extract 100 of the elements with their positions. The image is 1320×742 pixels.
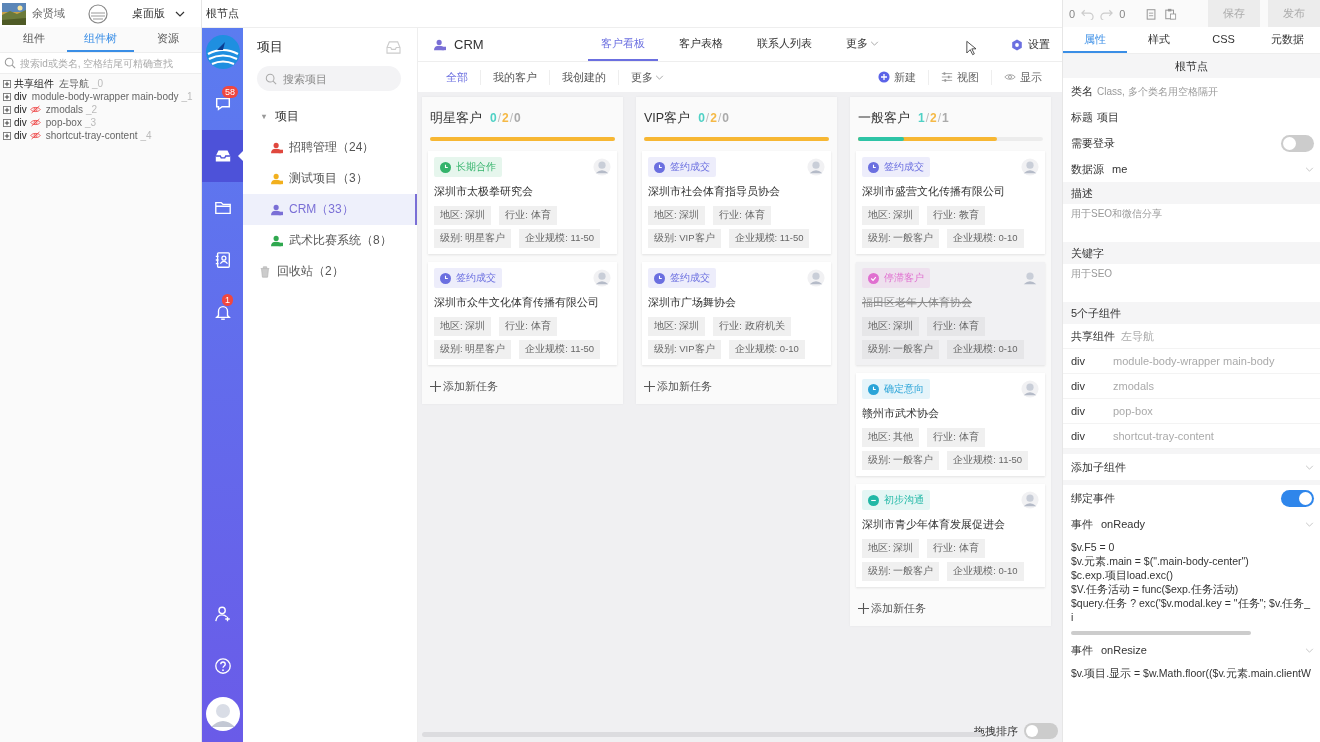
tree-item-tag[interactable]: div	[14, 104, 27, 115]
nav-item[interactable]: 58	[202, 78, 243, 130]
eye-icon	[1004, 71, 1016, 83]
customer-card[interactable]: 签约成交 深圳市广场舞协会 地区: 深圳 行业: 政府机关 级别: VIP客户 企业规模: 0-10	[642, 262, 831, 365]
tree-item-index: _2	[86, 104, 98, 115]
search-field[interactable]: 搜索id或类名, 空格结尾可精确查找	[0, 53, 201, 74]
field-chip: 行业: 体育	[499, 206, 557, 225]
count: 0	[514, 111, 521, 125]
field-chip: 地区: 深圳	[648, 206, 706, 225]
add-task-button[interactable]: 添加新任务	[856, 595, 1045, 620]
add-child-select[interactable]: 添加子组件	[1063, 449, 1320, 485]
new-button[interactable]: 新建	[866, 69, 928, 85]
expand-icon[interactable]	[3, 105, 11, 114]
panel-tab[interactable]: 组件	[0, 27, 67, 52]
project-item[interactable]: 招聘管理（24）	[243, 132, 417, 163]
column-title: 明星客户	[430, 110, 482, 127]
sort-toggle[interactable]	[1024, 723, 1058, 739]
project-item[interactable]: CRM（33）	[243, 194, 417, 225]
view-tab[interactable]: 联系人列表	[744, 28, 825, 61]
settings-button[interactable]: 设置	[1011, 37, 1050, 52]
view-tab[interactable]: 更多	[833, 28, 892, 61]
class-field[interactable]: Class, 多个类名用空格隔开	[1097, 85, 1314, 97]
code-line: $v.F5 = 0	[1071, 540, 1116, 554]
expand-icon[interactable]	[3, 131, 11, 140]
add-task-button[interactable]: 添加新任务	[642, 373, 831, 398]
expand-icon[interactable]	[3, 79, 11, 88]
add-task-button[interactable]: 添加新任务	[428, 373, 617, 398]
project-item[interactable]: 武术比赛系统（8）	[243, 225, 417, 256]
count: 0	[490, 111, 497, 125]
field-chip: 行业: 体育	[499, 317, 557, 336]
customer-card[interactable]: 初步沟通 深圳市青少年体育发展促进会 地区: 深圳 行业: 体育 级别: 一般客户 企业规模: 0-10	[856, 484, 1045, 587]
contact-card-icon	[213, 251, 232, 269]
tree-item-tag[interactable]: div	[14, 91, 27, 102]
status-tag: 签约成交	[434, 268, 502, 288]
customer-card[interactable]: 确定意向 赣州市武术协会 地区: 其他 行业: 体育 级别: 一般客户 企业规模: 11-50	[856, 373, 1045, 476]
child-tag: div	[1071, 380, 1113, 392]
section-heading: 5个子组件	[1063, 302, 1320, 324]
customer-card[interactable]: 长期合作 深圳市太极拳研究会 地区: 深圳 行业: 体育 级别: 明星客户 企业规模: 11-50	[428, 151, 617, 254]
count-badge: 1	[222, 294, 233, 306]
child-tag: 共享组件	[1071, 328, 1115, 344]
filter-tab[interactable]: 全部	[436, 69, 480, 85]
count-badge: 58	[222, 86, 238, 98]
customer-card[interactable]: 签约成交 深圳市社会体育指导员协会 地区: 深圳 行业: 体育 级别: VIP客户 企业规模: 11-50	[642, 151, 831, 254]
field-chip: 企业规模: 11-50	[519, 340, 601, 359]
nav-item[interactable]: 1	[202, 286, 243, 338]
filter-tab[interactable]: 更多	[618, 69, 676, 85]
panel-tab[interactable]: CSS	[1191, 27, 1256, 53]
tree-item-tag[interactable]: div	[14, 117, 27, 128]
panel-tab[interactable]: 样式	[1127, 27, 1192, 53]
filter-tab[interactable]: 我创建的	[549, 69, 618, 85]
search-input[interactable]: 搜索id或类名, 空格结尾可精确查找	[20, 53, 197, 73]
code-editor[interactable]: $v.F5 = 0 $v.元素.main = $(".main-body-center") $c.exp.项目load.exc() $V.任务活动 = func($exp.任务活动) $query.任务 ? exc('$v.modal.key = "任务"; $v.任务_i	[1063, 537, 1320, 627]
avatar	[807, 269, 825, 287]
search-icon	[4, 57, 16, 69]
field-chip: 行业: 体育	[927, 539, 985, 558]
field-chip: 企业规模: 0-10	[947, 562, 1024, 581]
data-source-select[interactable]: me	[1108, 163, 1314, 175]
expand-icon[interactable]	[261, 113, 267, 120]
nav-item[interactable]	[202, 130, 243, 182]
view-button[interactable]: 视图	[928, 69, 991, 85]
search-input[interactable]: 搜索项目	[283, 66, 393, 91]
events-toggle[interactable]	[1281, 489, 1314, 507]
scrollbar[interactable]	[1071, 631, 1251, 635]
field-chip: 行业: 体育	[927, 317, 985, 336]
avatar	[1021, 158, 1039, 176]
customer-card[interactable]: 停滞客户 福田区老年人体育协会 地区: 深圳 行业: 体育 级别: 一般客户 企业规模: 0-10	[856, 262, 1045, 365]
tree-item-tag[interactable]: div	[14, 130, 27, 141]
customer-name: 深圳市青少年体育发展促进会	[862, 517, 1006, 532]
customer-name: 深圳市广场舞协会	[648, 295, 737, 310]
section-heading: 关键字	[1063, 242, 1320, 264]
display-button[interactable]: 显示	[991, 69, 1054, 85]
expand-icon[interactable]	[3, 118, 11, 127]
filter-tab[interactable]: 我的客户	[480, 69, 549, 85]
event-select[interactable]: onReady	[1097, 518, 1314, 530]
paste-icon[interactable]	[1164, 7, 1178, 20]
view-tab[interactable]: 客户表格	[666, 28, 736, 61]
code-editor[interactable]: $v.项目.显示 = $w.Math.floor(($v.元素.main.clientW	[1063, 663, 1320, 683]
panel-tab[interactable]: 元数据	[1255, 27, 1320, 53]
field-chip: 企业规模: 0-10	[947, 340, 1024, 359]
customer-card[interactable]: 签约成交 深圳市盛营文化传播有限公司 地区: 深圳 行业: 教育 级别: 一般客户 企业规模: 0-10	[856, 151, 1045, 254]
keywords-field[interactable]: 用于SEO	[1063, 264, 1320, 302]
tree-item-tag[interactable]: 共享组件	[14, 76, 54, 91]
customer-card[interactable]: 签约成交 深圳市众牛文化体育传播有限公司 地区: 深圳 行业: 体育 级别: 明星客户 企业规模: 11-50	[428, 262, 617, 365]
title-field[interactable]: 项目	[1097, 111, 1314, 123]
field-chip: 级别: 明星客户	[434, 229, 512, 248]
project-item[interactable]: 测试项目（3）	[243, 163, 417, 194]
login-toggle[interactable]	[1281, 134, 1314, 152]
panel-tab[interactable]: 资源	[134, 27, 201, 52]
tree-group-label[interactable]: 项目	[275, 108, 299, 125]
copy-icon[interactable]	[1145, 7, 1159, 20]
chat-icon	[213, 95, 232, 113]
trash-item[interactable]: 回收站（2）	[243, 256, 417, 287]
description-field[interactable]: 用于SEO和微信分享	[1063, 204, 1320, 242]
mode-select[interactable]: 桌面版	[126, 0, 185, 27]
search-field[interactable]: 搜索项目	[257, 66, 401, 91]
expand-icon[interactable]	[3, 92, 11, 101]
event-select[interactable]: onResize	[1097, 644, 1314, 656]
user-avatar[interactable]	[204, 696, 241, 732]
field-chip: 级别: 一般客户	[862, 229, 940, 248]
chevron-icon	[1305, 166, 1314, 172]
